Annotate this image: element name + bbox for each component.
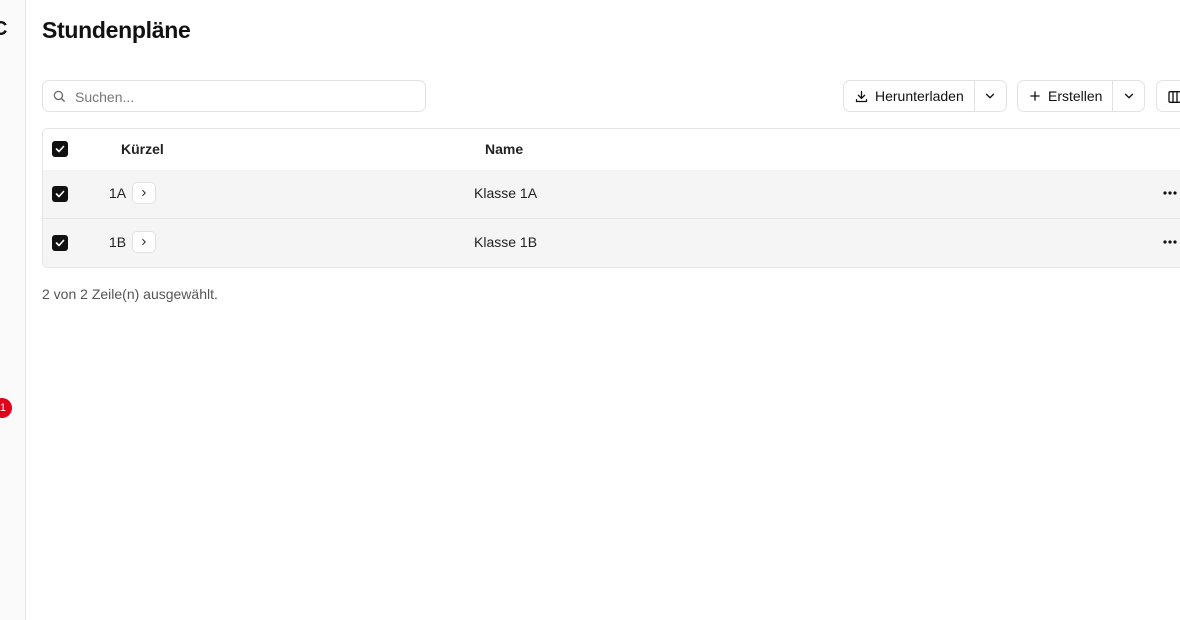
columns-button[interactable] (1156, 80, 1180, 112)
create-button[interactable]: Erstellen (1018, 81, 1114, 111)
sidebar-logo[interactable]: C (0, 18, 7, 41)
more-horizontal-icon[interactable] (1160, 187, 1180, 199)
sidebar: C 1 (0, 0, 26, 620)
columns-icon (1168, 91, 1180, 103)
column-header-name[interactable]: Name (485, 141, 523, 157)
check-icon (55, 145, 65, 153)
download-button[interactable]: Herunterladen (844, 81, 975, 111)
plus-icon (1030, 91, 1040, 101)
more-horizontal-icon[interactable] (1160, 236, 1180, 248)
create-button-label: Erstellen (1048, 88, 1103, 104)
data-table: Kürzel Name 1A Klasse 1A 1B Klasse 1B (42, 128, 1180, 268)
check-icon (55, 190, 65, 198)
row-code: 1B (109, 234, 127, 250)
create-options-button[interactable] (1113, 81, 1144, 111)
download-button-label: Herunterladen (875, 88, 964, 104)
download-button-group: Herunterladen (843, 80, 1007, 112)
column-header-code[interactable]: Kürzel (121, 141, 164, 157)
row-name: Klasse 1A (474, 185, 538, 201)
row-name: Klasse 1B (474, 234, 538, 250)
notification-badge[interactable]: 1 (0, 398, 12, 418)
table-row[interactable]: 1A Klasse 1A (43, 170, 1180, 219)
search-input[interactable] (73, 81, 417, 113)
chevron-right-icon (142, 238, 146, 246)
expand-row-button[interactable] (132, 231, 156, 253)
chevron-right-icon (142, 189, 146, 197)
check-icon (55, 239, 65, 247)
select-all-checkbox[interactable] (52, 141, 68, 157)
selection-summary: 2 von 2 Zeile(n) ausgewählt. (42, 286, 218, 302)
table-header-row: Kürzel Name (43, 129, 1180, 171)
row-code: 1A (109, 185, 127, 201)
row-checkbox[interactable] (52, 235, 68, 251)
row-checkbox[interactable] (52, 186, 68, 202)
create-button-group: Erstellen (1017, 80, 1146, 112)
page-title: Stundenpläne (42, 17, 191, 43)
table-row[interactable]: 1B Klasse 1B (43, 219, 1180, 267)
download-icon (855, 90, 868, 102)
search-icon (53, 90, 65, 102)
expand-row-button[interactable] (132, 182, 156, 204)
chevron-down-icon (1124, 93, 1134, 99)
chevron-down-icon (986, 93, 995, 99)
search-box[interactable] (42, 80, 426, 113)
download-options-button[interactable] (975, 81, 1006, 111)
